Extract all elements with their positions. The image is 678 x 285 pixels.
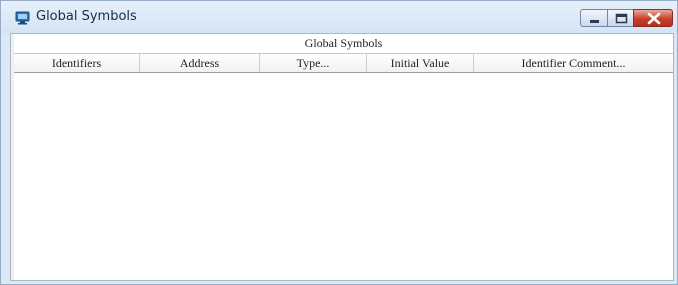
table-body[interactable]: [14, 73, 673, 280]
close-icon: [647, 12, 661, 25]
column-header-row: Identifiers Address Type... Initial Valu…: [14, 54, 673, 73]
monitor-icon: [15, 11, 31, 25]
minimize-button[interactable]: [580, 9, 608, 27]
maximize-icon: [615, 13, 628, 24]
maximize-button[interactable]: [607, 9, 634, 27]
minimize-icon: [590, 20, 599, 23]
close-button[interactable]: [633, 9, 673, 27]
window-title: Global Symbols: [36, 9, 137, 24]
column-header-initial-value[interactable]: Initial Value: [367, 54, 474, 72]
title-bar[interactable]: Global Symbols: [1, 1, 677, 33]
table-group-header: Global Symbols: [14, 34, 673, 54]
symbols-table: Global Symbols Identifiers Address Type.…: [10, 33, 674, 281]
column-header-identifier-comment[interactable]: Identifier Comment...: [474, 54, 673, 72]
column-header-address[interactable]: Address: [140, 54, 260, 72]
column-header-identifiers[interactable]: Identifiers: [14, 54, 140, 72]
column-header-type[interactable]: Type...: [260, 54, 367, 72]
global-symbols-window: Global Symbols Global Symbols Identifier…: [0, 0, 678, 285]
